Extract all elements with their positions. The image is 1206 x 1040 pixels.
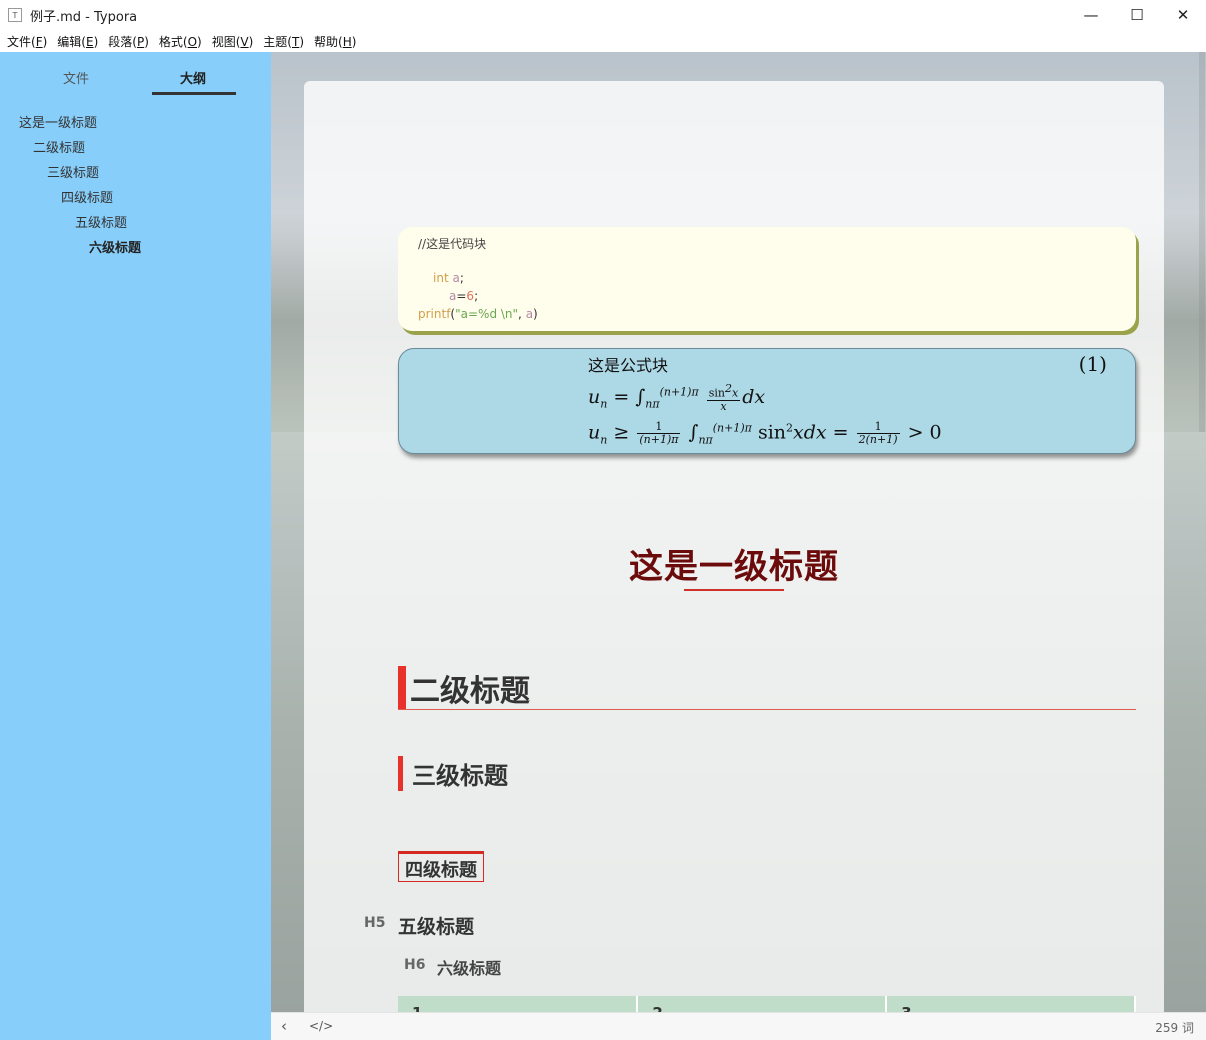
outline-item-h5[interactable]: 五级标题 <box>75 212 127 231</box>
heading-2: 二级标题 <box>410 674 530 709</box>
heading-4: 四级标题 <box>398 851 484 882</box>
heading-3: 三级标题 <box>412 762 508 790</box>
equation-number: (1) <box>1078 352 1107 376</box>
sidebar: 文件 大纲 这是一级标题 二级标题 三级标题 四级标题 五级标题 六级标题 <box>0 52 271 1040</box>
outline-item-h6[interactable]: 六级标题 <box>89 237 141 256</box>
math-block-title: 这是公式块 <box>588 356 669 375</box>
code-line-printf: printf("a=%d \n", a) <box>418 307 538 321</box>
outline-item-h2[interactable]: 二级标题 <box>33 137 85 156</box>
heading-1: 这是一级标题 <box>629 547 839 587</box>
editor-area: //这是代码块 int a; a=6; printf("a=%d \n", a)… <box>271 52 1206 1012</box>
menu-view[interactable]: 视图(V) <box>207 33 259 50</box>
math-block[interactable]: 这是公式块 (1) un = ∫nπ(n+1)π sin2x x dx un ≥ 1… <box>398 348 1136 454</box>
table-header-row: 1 2 3 <box>398 996 1136 1012</box>
minimize-button[interactable]: — <box>1068 0 1114 30</box>
menu-theme[interactable]: 主题(T) <box>258 33 309 50</box>
menu-help[interactable]: 帮助(H) <box>309 33 361 50</box>
menu-paragraph[interactable]: 段落(P) <box>103 33 154 50</box>
equation-line-2: un ≥ 1 (n+1)π ∫nπ(n+1)π sin2xdx = 1 2(n+1)… <box>588 420 942 447</box>
outline-item-h1[interactable]: 这是一级标题 <box>19 112 97 131</box>
window-title: 例子.md - Typora <box>30 9 138 25</box>
code-line-comment: //这是代码块 <box>418 237 487 251</box>
maximize-button[interactable]: ☐ <box>1114 0 1160 30</box>
typora-app-icon: T <box>8 8 22 22</box>
heading-2-rule <box>398 709 1136 710</box>
word-count[interactable]: 259 词 <box>1155 1019 1194 1036</box>
heading-3-bar <box>398 756 403 791</box>
menu-format[interactable]: 格式(O) <box>154 33 207 50</box>
toggle-sidebar-icon[interactable]: ‹ <box>281 1017 287 1035</box>
menu-bar: 文件(F) 编辑(E) 段落(P) 格式(O) 视图(V) 主题(T) 帮助(H… <box>0 30 1206 52</box>
menu-file[interactable]: 文件(F) <box>2 33 52 50</box>
code-block[interactable]: //这是代码块 int a; a=6; printf("a=%d \n", a) <box>398 227 1136 331</box>
table-header-cell[interactable]: 2 <box>637 996 888 1012</box>
table-header-cell[interactable]: 3 <box>886 996 1136 1012</box>
table-header-cell[interactable]: 1 <box>398 996 639 1012</box>
menu-edit[interactable]: 编辑(E) <box>52 33 103 50</box>
document-page[interactable]: //这是代码块 int a; a=6; printf("a=%d \n", a)… <box>304 81 1164 1012</box>
equation-line-1: un = ∫nπ(n+1)π sin2x x dx <box>588 382 766 413</box>
heading-5-marker: H5 <box>364 915 386 931</box>
tab-outline[interactable]: 大纲 <box>180 68 206 87</box>
sidebar-tabs: 文件 大纲 <box>0 52 271 98</box>
heading-6-marker: H6 <box>404 957 426 973</box>
heading-5: 五级标题 <box>398 916 475 938</box>
tab-files[interactable]: 文件 <box>63 68 89 87</box>
document-table[interactable]: 1 2 3 5 6 7 <box>398 996 1136 1012</box>
code-line-decl: int a; <box>433 271 464 285</box>
scrollbar-thumb[interactable] <box>1199 52 1205 432</box>
outline-item-h4[interactable]: 四级标题 <box>61 187 113 206</box>
source-code-mode-icon[interactable]: </> <box>309 1019 333 1033</box>
outline-item-h3[interactable]: 三级标题 <box>47 162 99 181</box>
code-line-assign: a=6; <box>449 289 479 303</box>
active-tab-indicator <box>152 92 236 95</box>
status-bar: ‹ </> 259 词 <box>271 1012 1206 1040</box>
title-bar: T 例子.md - Typora — ☐ ✕ <box>0 0 1206 30</box>
heading-6: 六级标题 <box>437 959 502 978</box>
window-controls: — ☐ ✕ <box>1068 0 1206 30</box>
heading-1-underline <box>684 589 784 591</box>
editor-scrollbar[interactable] <box>1198 52 1206 1012</box>
close-button[interactable]: ✕ <box>1160 0 1206 30</box>
